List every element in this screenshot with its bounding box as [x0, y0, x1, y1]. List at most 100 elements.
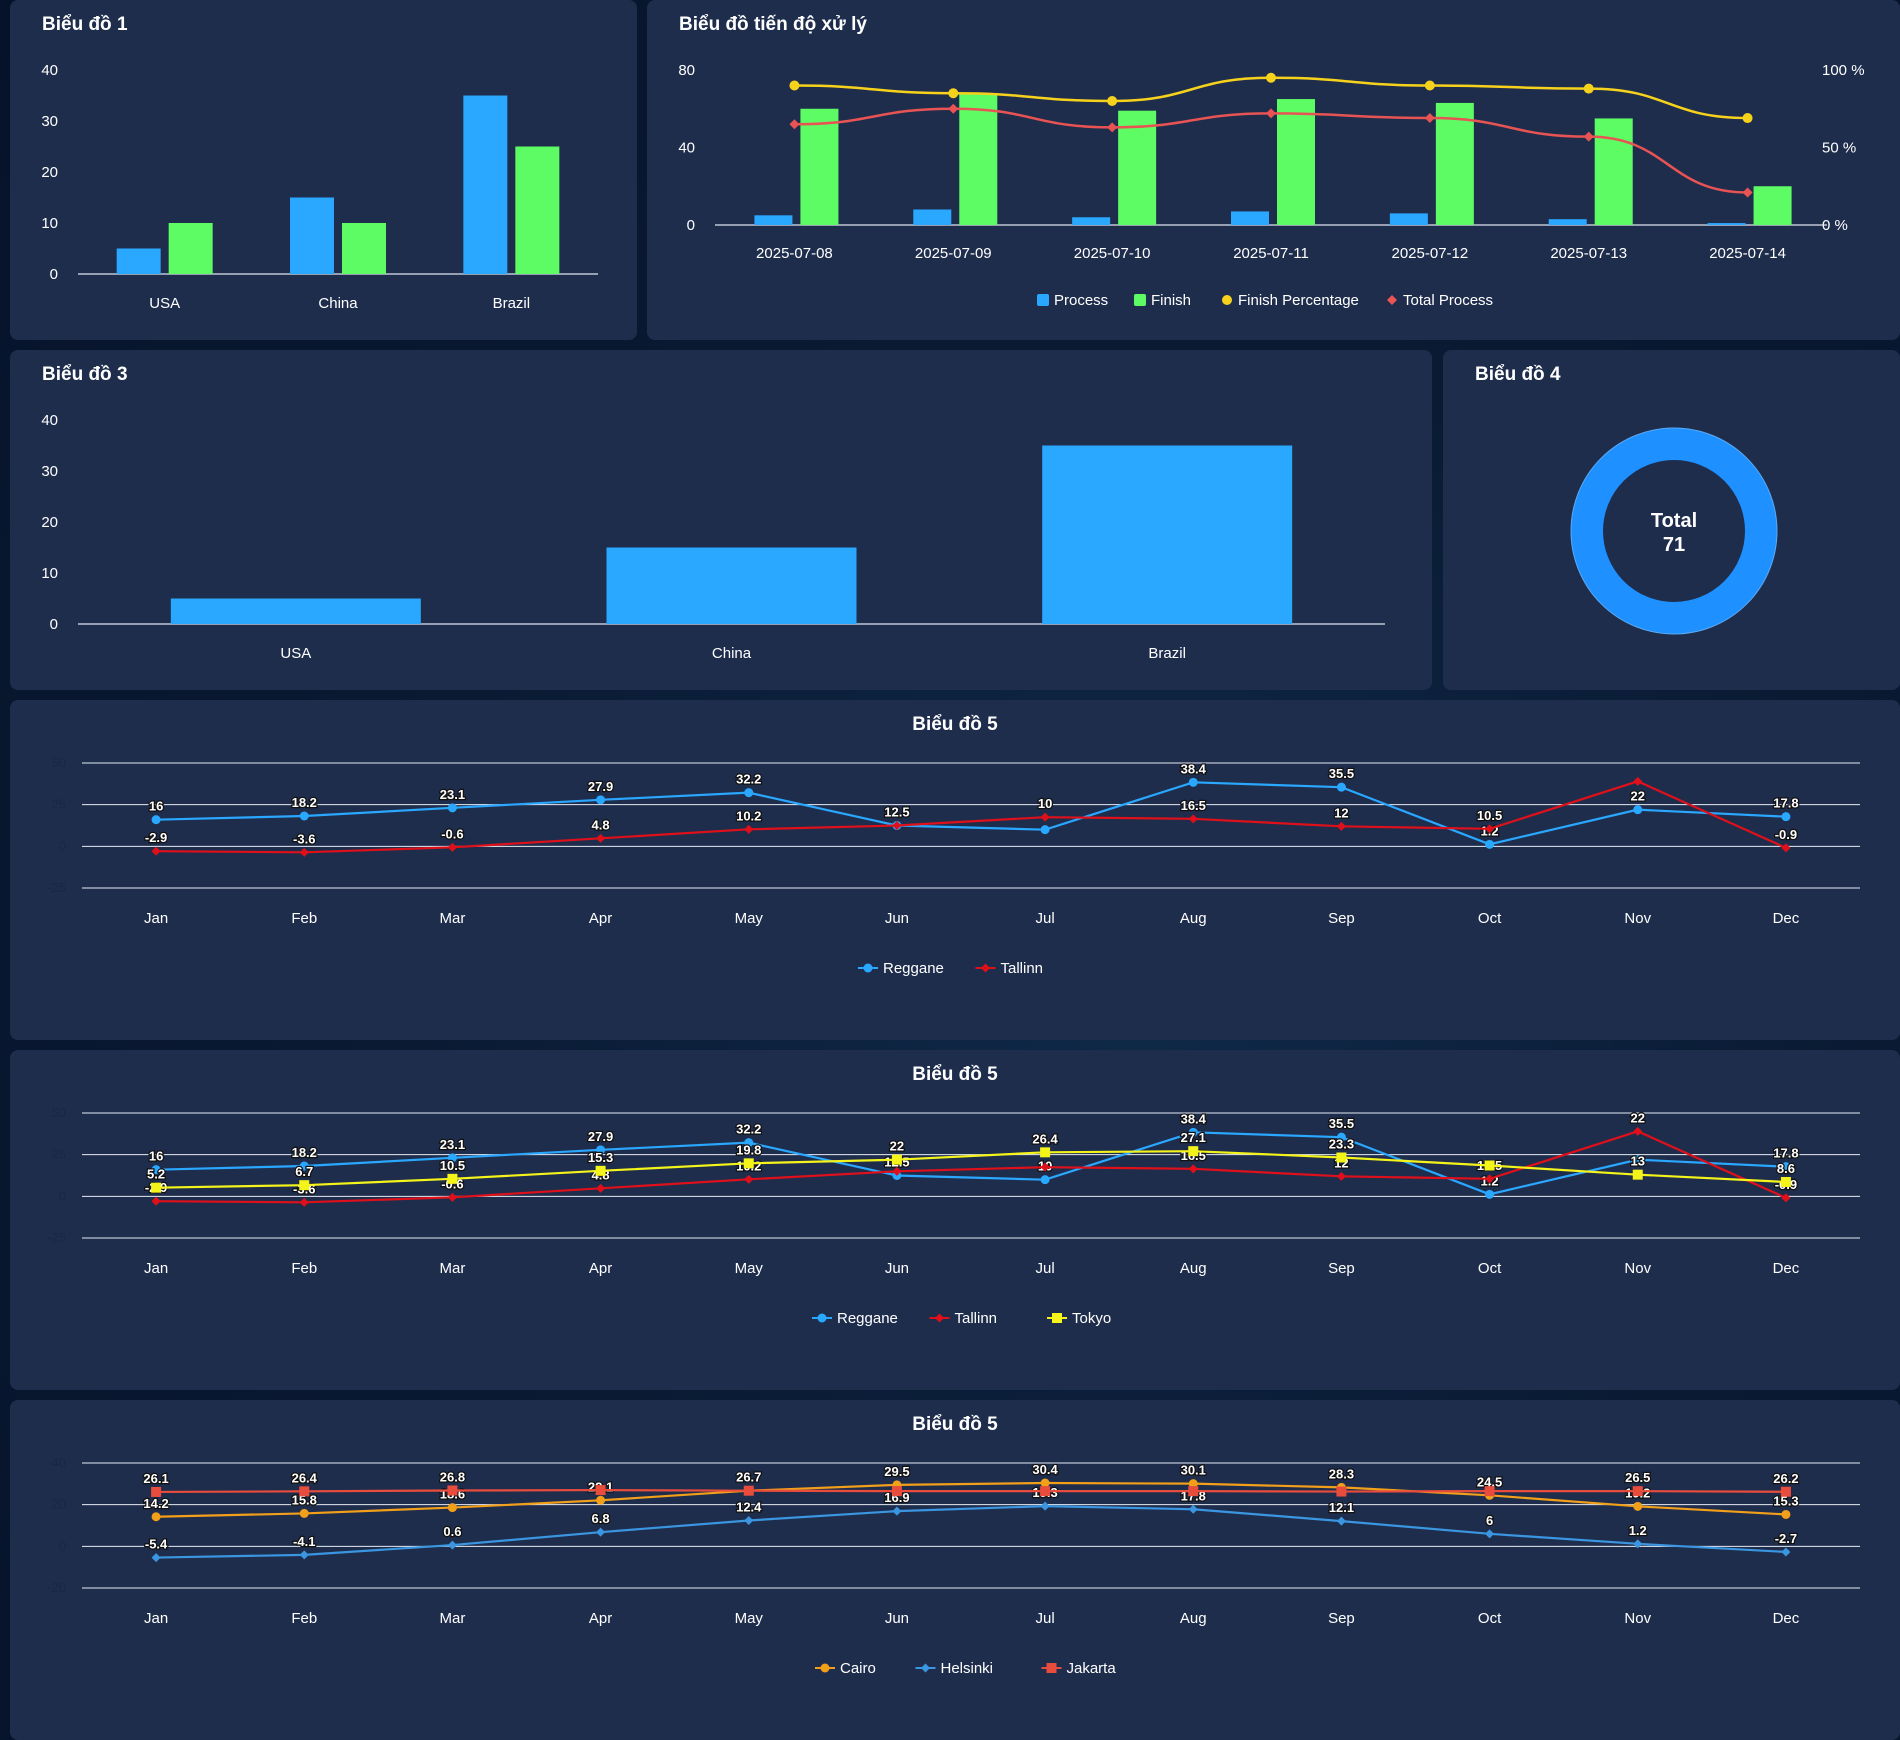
legend-label: Reggane: [837, 1310, 898, 1327]
point: [1424, 113, 1435, 124]
point: [447, 1192, 457, 1202]
y-tick-label: -25: [47, 880, 66, 895]
point: [1188, 777, 1198, 787]
point: [1107, 96, 1118, 106]
legend-label: Tokyo: [1072, 1310, 1111, 1327]
y-tick-label: 10: [41, 215, 58, 232]
data-label: 27.1: [1181, 1130, 1206, 1145]
bar: [1389, 213, 1428, 225]
legend-label: Helsinki: [941, 1660, 994, 1677]
data-label: 26.1: [143, 1471, 168, 1486]
data-label: -3.6: [293, 831, 315, 846]
x-tick-label: USA: [280, 645, 311, 662]
bar: [342, 223, 386, 274]
y-tick-label: 25: [52, 1147, 66, 1162]
data-label: 38.4: [1181, 761, 1207, 776]
data-label: 12.4: [736, 1500, 762, 1515]
bar: [1231, 211, 1269, 225]
point: [299, 811, 309, 821]
y-tick-label: 20: [41, 164, 58, 181]
legend-marker: [1046, 1663, 1057, 1673]
x-tick-label: Brazil: [1148, 645, 1186, 662]
point: [1485, 1529, 1495, 1539]
point: [596, 795, 606, 805]
point: [299, 1197, 309, 1207]
donut-center-value: 71: [1663, 534, 1685, 556]
panel-chart-5a: Biểu đồ 5 -25 0 25 50 Jan Feb Mar Apr May Jun Jul A…: [10, 700, 1900, 1040]
legend-label: Tallinn: [1001, 960, 1044, 977]
data-label: 26.4: [292, 1470, 318, 1485]
point: [447, 803, 457, 813]
legend-marker: [935, 1313, 944, 1323]
y-tick-label: 50: [52, 1105, 66, 1120]
point: [596, 833, 606, 843]
point: [1632, 1486, 1643, 1497]
legend-marker: [1037, 294, 1049, 306]
data-label: 12.1: [1329, 1500, 1354, 1515]
legend-marker: [1387, 295, 1397, 305]
data-label: 35.5: [1329, 766, 1354, 781]
y-tick-label: 0: [59, 1188, 66, 1203]
point: [948, 88, 959, 99]
point: [299, 1180, 310, 1191]
legend-label: Finish: [1151, 292, 1191, 309]
series-line: [156, 780, 1787, 854]
panel-chart-1: Biểu đồ 1 0 10 20 30 40 USA China Brazil: [10, 0, 637, 340]
data-label: 6.8: [592, 1511, 610, 1526]
point: [1780, 1177, 1791, 1187]
point: [151, 1512, 161, 1522]
legend-label: Total Process: [1403, 292, 1493, 309]
data-label: 26.7: [736, 1470, 761, 1485]
point: [596, 1495, 606, 1505]
data-label: 16.5: [1181, 798, 1206, 813]
x-tick-label: 2025-07-12: [1391, 245, 1468, 262]
bar: [1042, 445, 1293, 624]
series-line: [156, 1481, 1786, 1518]
panel-chart-progress: Biểu đồ tiến độ xử lý 0 40 80 0 % 50 % 100 % 2…: [647, 0, 1900, 340]
x-tick-label: 2025-07-11: [1233, 245, 1309, 262]
data-label: 4.8: [592, 817, 610, 832]
legend-label: Cairo: [840, 1660, 876, 1677]
y-right-tick-label: 50 %: [1822, 140, 1856, 157]
point: [1040, 1175, 1050, 1185]
donut-center-label: Total: [1651, 510, 1697, 532]
data-label: 32.2: [736, 1122, 761, 1137]
point: [1633, 1501, 1643, 1511]
x-tick-label: Aug: [1180, 910, 1207, 927]
point: [1040, 1147, 1051, 1158]
legend-label: Finish Percentage: [1238, 292, 1359, 309]
series-line: [156, 1505, 1786, 1559]
data-label: 0.6: [443, 1524, 461, 1539]
point: [892, 1506, 902, 1516]
data-label: 18.2: [292, 795, 317, 810]
legend-marker: [817, 1313, 827, 1323]
data-label: 6: [1486, 1513, 1493, 1528]
x-tick-label: Jul: [1035, 910, 1054, 927]
data-label: 23.1: [440, 787, 465, 802]
bar: [1435, 102, 1474, 225]
data-label: 28.3: [1329, 1466, 1354, 1481]
legend-marker: [863, 963, 873, 973]
bar: [1548, 219, 1587, 225]
y-tick-label: 20: [41, 514, 58, 531]
x-tick-label: Apr: [589, 1610, 612, 1627]
x-tick-label: Dec: [1773, 910, 1800, 927]
data-label: 27.9: [588, 1129, 613, 1144]
point: [1188, 1164, 1198, 1174]
point: [447, 1540, 457, 1550]
y-tick-label: 40: [52, 1455, 66, 1470]
x-tick-label: Nov: [1624, 910, 1651, 927]
legend-marker: [981, 963, 990, 973]
point: [1485, 1189, 1495, 1199]
x-tick-label: 2025-07-13: [1550, 245, 1627, 262]
point: [1040, 1501, 1050, 1511]
point: [1742, 113, 1753, 124]
panel-chart-5c: Biểu đồ 5 -20 0 20 40 Jan Feb Mar Apr May Jun Jul A…: [10, 1400, 1900, 1740]
x-tick-label: Feb: [291, 1610, 317, 1627]
data-label: 10.2: [736, 808, 761, 823]
y-tick-label: 25: [52, 797, 66, 812]
data-label: 10.5: [440, 1158, 465, 1173]
x-tick-label: May: [735, 1610, 764, 1627]
x-tick-label: USA: [149, 295, 180, 312]
point: [744, 824, 754, 834]
